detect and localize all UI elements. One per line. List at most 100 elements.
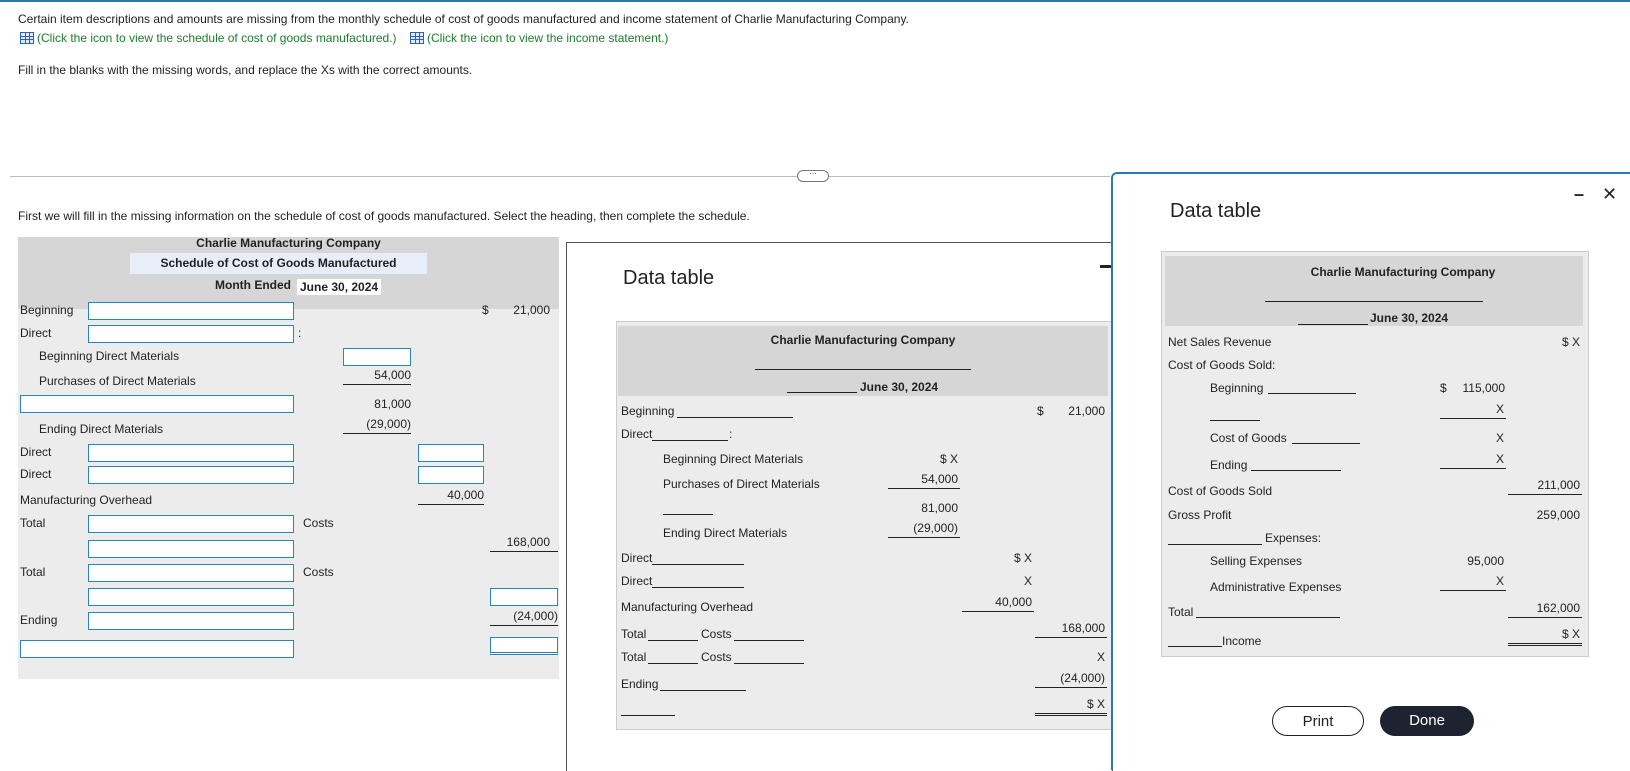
dt1-title-blank [755, 369, 971, 370]
total-costs-amount: 168,000 [506, 535, 550, 549]
underline [1035, 637, 1107, 638]
underline [490, 625, 558, 626]
intro-text: Certain item descriptions and amounts ar… [18, 12, 909, 26]
direct-2-amount-input[interactable] [418, 444, 484, 462]
minimize-icon[interactable] [1100, 265, 1111, 268]
beginning-input[interactable] [88, 302, 294, 320]
direct-input[interactable] [88, 325, 294, 343]
section-divider [10, 176, 1110, 177]
colon: : [298, 326, 302, 340]
dt1-direct: Direct [621, 427, 653, 441]
direct-3-input[interactable] [88, 466, 294, 484]
label-costs-2: Costs [303, 565, 334, 579]
dt2-cogs-label: Cost of Goods Sold: [1168, 358, 1276, 372]
table-icon[interactable] [20, 32, 34, 44]
dt2-gp-amount: 259,000 [1536, 508, 1580, 522]
total-2-input[interactable] [88, 564, 294, 582]
label-purchases-direct-materials: Purchases of Direct Materials [39, 374, 196, 388]
subtotal-2-input[interactable] [88, 540, 294, 558]
data-table-2-title: Data table [1170, 200, 1262, 222]
total-1-input[interactable] [88, 515, 294, 533]
close-icon[interactable]: ✕ [1602, 184, 1617, 205]
total-2-amount-input[interactable] [490, 588, 558, 606]
bdm-amount-input[interactable] [343, 348, 411, 366]
mo-amount: 40,000 [447, 488, 484, 502]
dt1-pdm: Purchases of Direct Materials [663, 477, 820, 491]
dt2-date: June 30, 2024 [1370, 311, 1449, 325]
blank [1168, 544, 1262, 545]
income-statement-link-text[interactable]: (Click the icon to view the income state… [427, 31, 668, 45]
dt2-company: Charlie Manufacturing Company [1310, 265, 1496, 279]
data-table-1-title: Data table [623, 267, 715, 289]
dt1-d3-amount: X [1023, 574, 1032, 588]
blank [1210, 420, 1260, 421]
final-label-input[interactable] [20, 640, 294, 658]
dt1-direct-2: Direct [621, 551, 653, 565]
fill-instruction: Fill in the blanks with the missing word… [18, 63, 473, 77]
underline [1440, 590, 1506, 591]
dt1-bdm-amount: $ X [939, 452, 958, 466]
beginning-amount: 21,000 [513, 303, 550, 317]
schedule-title[interactable]: Schedule of Cost of Goods Manufactured [130, 253, 427, 274]
dt2-cost-of-goods: Cost of Goods [1210, 431, 1287, 445]
dt1-x-amount: X [1096, 650, 1105, 664]
blank [1251, 470, 1341, 471]
table-icon[interactable] [410, 32, 424, 44]
blank [652, 440, 728, 441]
dt2-cogs-amount: 211,000 [1537, 478, 1581, 492]
direct-2-input[interactable] [88, 444, 294, 462]
done-button[interactable]: Done [1380, 706, 1474, 736]
dt2-selling-amount: 95,000 [1467, 554, 1504, 568]
label-ending: Ending [20, 613, 58, 627]
final-amount-input[interactable] [490, 637, 558, 655]
blank [1268, 393, 1356, 394]
dt2-x3-amount: X [1495, 452, 1504, 466]
dt2-title-blank [1265, 301, 1483, 302]
direct-3-amount-input[interactable] [418, 466, 484, 484]
dt2-income: Income [1222, 634, 1262, 648]
dt1-total-2: Total [621, 650, 647, 664]
blank [734, 663, 804, 664]
blank [652, 564, 744, 565]
blank [652, 587, 744, 588]
blank [734, 640, 804, 641]
underline [962, 611, 1034, 612]
blank [660, 690, 746, 691]
label-manufacturing-overhead: Manufacturing Overhead [20, 493, 153, 507]
schedule-link[interactable]: (Click the icon to view the schedule of … [20, 31, 397, 45]
label-costs-1: Costs [303, 516, 334, 530]
dt1-pdm-amount: 54,000 [921, 472, 958, 486]
dt1-mo-amount: 40,000 [995, 595, 1032, 609]
income-statement-link[interactable]: (Click the icon to view the income state… [410, 31, 668, 45]
subtotal-3-input[interactable] [88, 588, 294, 606]
double-underline [1508, 643, 1582, 646]
schedule-link-text[interactable]: (Click the icon to view the schedule of … [37, 31, 397, 45]
underline [1035, 687, 1107, 688]
subtotal-label-input[interactable] [20, 395, 294, 413]
dt1-ending: Ending [621, 677, 659, 691]
dt1-final-amount: $ X [1086, 697, 1105, 711]
blank [648, 663, 698, 664]
ending-input[interactable] [88, 612, 294, 630]
underline [1440, 418, 1506, 419]
print-button[interactable]: Print [1272, 706, 1364, 736]
dt2-income-amount: $ X [1561, 627, 1580, 641]
resize-handle[interactable]: ··· [797, 170, 829, 182]
underline [418, 504, 484, 505]
schedule-period-date[interactable]: June 30, 2024 [297, 279, 382, 295]
dt1-edm: Ending Direct Materials [663, 526, 788, 540]
dt1-bdm: Beginning Direct Materials [663, 452, 804, 466]
dt1-colon: : [729, 427, 733, 441]
blank [663, 514, 713, 515]
dt1-date: June 30, 2024 [860, 380, 939, 394]
dt1-tc-amount: 168,000 [1061, 621, 1105, 635]
dt2-beg-amount: 115,000 [1462, 381, 1506, 395]
label-beginning: Beginning [20, 303, 74, 317]
schedule-company: Charlie Manufacturing Company [196, 236, 381, 250]
label-beginning-direct-materials: Beginning Direct Materials [39, 349, 180, 363]
dt2-expenses: Expenses: [1265, 531, 1322, 545]
sum-amount: 81,000 [374, 397, 411, 411]
minimize-icon[interactable]: – [1574, 184, 1584, 205]
dt2-total: Total [1168, 605, 1194, 619]
dt2-admin-amount: X [1495, 574, 1504, 588]
